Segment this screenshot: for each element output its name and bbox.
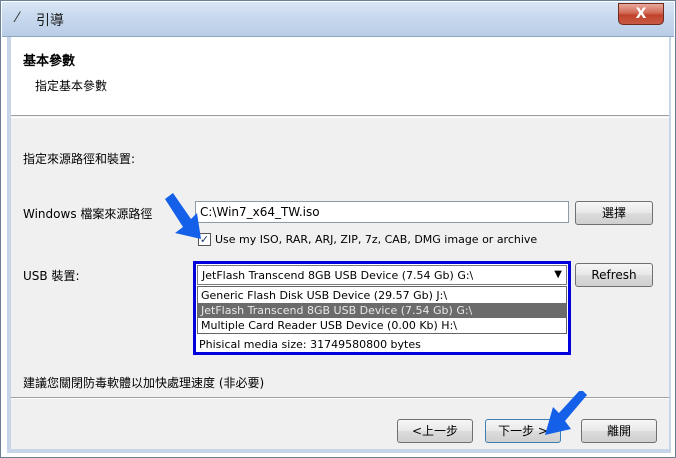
browse-button[interactable]: 選擇 [575,201,653,225]
use-image-checkbox-label[interactable]: Use my ISO, RAR, ARJ, ZIP, 7z, CAB, DMG … [215,233,537,246]
wand-icon: ⁄ [16,10,19,26]
page-subtitle: 指定基本參數 [35,79,108,93]
back-button[interactable]: <上一步 [397,419,473,443]
section-label: 指定來源路徑和裝置: [23,152,136,166]
browse-button-label: 選擇 [601,206,626,220]
usb-device-select[interactable]: JetFlash Transcend 8GB USB Device (7.54 … [197,265,567,285]
title-bar[interactable]: ⁄ 引導 X [2,2,674,37]
dialog-client: 基本參數 指定基本參數 指定來源路徑和裝置: Windows 檔案來源路徑 C:… [11,37,669,449]
annotation-arrow-icon [165,193,201,239]
wizard-window: ⁄ 引導 X 基本參數 指定基本參數 指定來源路徑和裝置: Windows 檔案… [0,0,676,458]
antivirus-note: 建議您關閉防毒軟體以加快處理速度 (非必要) [23,376,265,390]
source-path-input[interactable]: C:\Win7_x64_TW.iso [195,201,569,223]
refresh-button[interactable]: Refresh [575,263,653,287]
header-divider [11,117,669,118]
page-title: 基本參數 [23,54,76,69]
list-item-selected[interactable]: JetFlash Transcend 8GB USB Device (7.54 … [198,303,566,318]
media-size-text: Phisical media size: 31749580800 bytes [199,338,421,351]
list-item[interactable]: Multiple Card Reader USB Device (0.00 Kb… [198,318,566,333]
close-icon: X [635,6,647,22]
usb-device-list[interactable]: Generic Flash Disk USB Device (29.57 Gb)… [197,286,567,334]
header-panel: 基本參數 指定基本參數 [11,37,669,116]
usb-device-label: USB 裝置: [23,269,80,283]
window-title: 引導 [36,13,64,29]
usb-selected-value: JetFlash Transcend 8GB USB Device (7.54 … [202,269,474,282]
exit-button-label: 離開 [606,424,631,438]
refresh-button-label: Refresh [591,268,637,282]
back-button-label: <上一步 [411,424,459,438]
annotation-arrow-icon [545,391,587,435]
exit-button[interactable]: 離開 [581,419,657,443]
close-button[interactable]: X [618,3,664,25]
list-item[interactable]: Generic Flash Disk USB Device (29.57 Gb)… [198,288,566,303]
source-path-label: Windows 檔案來源路徑 [23,207,153,221]
chevron-down-icon[interactable]: ▼ [554,269,562,280]
